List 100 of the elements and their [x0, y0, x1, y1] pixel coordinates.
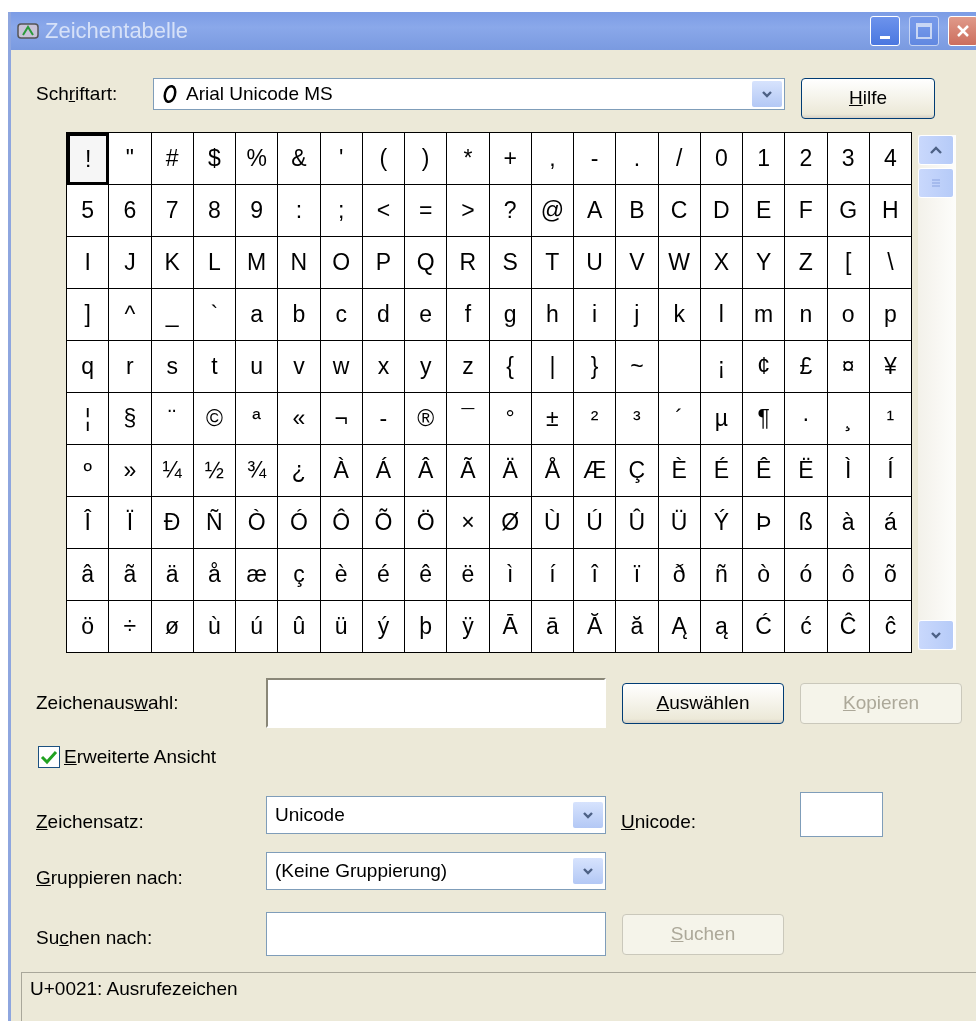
- character-cell[interactable]: }: [574, 341, 617, 393]
- character-cell[interactable]: Ñ: [193, 497, 236, 549]
- character-cell[interactable]: h: [531, 289, 574, 341]
- character-cell[interactable]: !: [67, 133, 110, 185]
- character-cell[interactable]: m: [743, 289, 786, 341]
- character-cell[interactable]: «: [278, 393, 321, 445]
- character-cell[interactable]: J: [109, 237, 152, 289]
- character-cell[interactable]: @: [531, 185, 574, 237]
- character-cell[interactable]: $: [193, 133, 236, 185]
- character-cell[interactable]: ô: [827, 549, 870, 601]
- character-cell[interactable]: ½: [193, 445, 236, 497]
- character-cell[interactable]: Ê: [743, 445, 786, 497]
- character-cell[interactable]: §: [109, 393, 152, 445]
- character-cell[interactable]: P: [362, 237, 405, 289]
- character-cell[interactable]: Å: [531, 445, 574, 497]
- character-cell[interactable]: ó: [785, 549, 828, 601]
- character-cell[interactable]: Y: [743, 237, 786, 289]
- character-cell[interactable]: â: [67, 549, 110, 601]
- character-cell[interactable]: ^: [109, 289, 152, 341]
- character-cell[interactable]: È: [658, 445, 701, 497]
- character-cell[interactable]: ®: [405, 393, 448, 445]
- character-cell[interactable]: ±: [531, 393, 574, 445]
- character-cell[interactable]: U: [574, 237, 617, 289]
- character-cell[interactable]: ¿: [278, 445, 321, 497]
- character-cell[interactable]: º: [67, 445, 110, 497]
- character-cell[interactable]: G: [827, 185, 870, 237]
- character-cell[interactable]: ´: [658, 393, 701, 445]
- character-cell[interactable]: Z: [785, 237, 828, 289]
- character-cell[interactable]: Þ: [743, 497, 786, 549]
- character-cell[interactable]: ö: [67, 601, 110, 653]
- character-cell[interactable]: 5: [67, 185, 110, 237]
- character-cell[interactable]: ý: [362, 601, 405, 653]
- character-cell[interactable]: ²: [574, 393, 617, 445]
- character-cell[interactable]: *: [447, 133, 490, 185]
- character-cell[interactable]: 2: [785, 133, 828, 185]
- character-cell[interactable]: ¬: [320, 393, 363, 445]
- character-cell[interactable]: Û: [616, 497, 659, 549]
- character-cell[interactable]: t: [193, 341, 236, 393]
- group-by-dropdown[interactable]: (Keine Gruppierung): [266, 852, 606, 890]
- character-cell[interactable]: ï: [616, 549, 659, 601]
- character-cell[interactable]: ą: [700, 601, 743, 653]
- character-cell[interactable]: Ì: [827, 445, 870, 497]
- character-cell[interactable]: Ï: [109, 497, 152, 549]
- character-cell[interactable]: g: [489, 289, 532, 341]
- character-cell[interactable]: =: [405, 185, 448, 237]
- character-cell[interactable]: i: [574, 289, 617, 341]
- character-cell[interactable]: ë: [447, 549, 490, 601]
- character-cell[interactable]: %: [236, 133, 279, 185]
- character-cell[interactable]: û: [278, 601, 321, 653]
- character-cell[interactable]: ă: [616, 601, 659, 653]
- character-cell[interactable]: <: [362, 185, 405, 237]
- character-cell[interactable]: ù: [193, 601, 236, 653]
- character-cell[interactable]: ¥: [869, 341, 912, 393]
- character-cell[interactable]: à: [827, 497, 870, 549]
- character-cell[interactable]: +: [489, 133, 532, 185]
- character-cell[interactable]: -: [362, 393, 405, 445]
- character-cell[interactable]: ú: [236, 601, 279, 653]
- character-cell[interactable]: ÷: [109, 601, 152, 653]
- character-cell[interactable]: ĉ: [869, 601, 912, 653]
- character-cell[interactable]: ø: [151, 601, 194, 653]
- character-cell[interactable]: 6: [109, 185, 152, 237]
- character-cell[interactable]: j: [616, 289, 659, 341]
- character-cell[interactable]: {: [489, 341, 532, 393]
- character-cell[interactable]: ð: [658, 549, 701, 601]
- character-cell[interactable]: L: [193, 237, 236, 289]
- character-cell[interactable]: s: [151, 341, 194, 393]
- character-cell[interactable]: 9: [236, 185, 279, 237]
- character-cell[interactable]: V: [616, 237, 659, 289]
- character-cell[interactable]: Ú: [574, 497, 617, 549]
- character-cell[interactable]: W: [658, 237, 701, 289]
- character-cell[interactable]: :: [278, 185, 321, 237]
- character-cell[interactable]: ¾: [236, 445, 279, 497]
- character-cell[interactable]: Í: [869, 445, 912, 497]
- character-cell[interactable]: Ā: [489, 601, 532, 653]
- character-cell[interactable]: Æ: [574, 445, 617, 497]
- character-cell[interactable]: Ø: [489, 497, 532, 549]
- character-cell[interactable]: o: [827, 289, 870, 341]
- character-cell[interactable]: c: [320, 289, 363, 341]
- character-cell[interactable]: I: [67, 237, 110, 289]
- character-cell[interactable]: ×: [447, 497, 490, 549]
- character-cell[interactable]: á: [869, 497, 912, 549]
- character-cell[interactable]: >: [447, 185, 490, 237]
- character-cell[interactable]: d: [362, 289, 405, 341]
- character-cell[interactable]: É: [700, 445, 743, 497]
- character-cell[interactable]: ã: [109, 549, 152, 601]
- character-cell[interactable]: µ: [700, 393, 743, 445]
- character-cell[interactable]: a: [236, 289, 279, 341]
- character-cell[interactable]: 7: [151, 185, 194, 237]
- character-cell[interactable]: C: [658, 185, 701, 237]
- character-cell[interactable]: Ç: [616, 445, 659, 497]
- character-cell[interactable]: Ć: [743, 601, 786, 653]
- character-cell[interactable]: ¦: [67, 393, 110, 445]
- character-cell[interactable]: T: [531, 237, 574, 289]
- character-cell[interactable]: ,: [531, 133, 574, 185]
- character-cell[interactable]: 3: [827, 133, 870, 185]
- character-cell[interactable]: ·: [785, 393, 828, 445]
- character-cell[interactable]: Ë: [785, 445, 828, 497]
- character-cell[interactable]: ÿ: [447, 601, 490, 653]
- character-cell[interactable]: Õ: [362, 497, 405, 549]
- character-cell[interactable]: ć: [785, 601, 828, 653]
